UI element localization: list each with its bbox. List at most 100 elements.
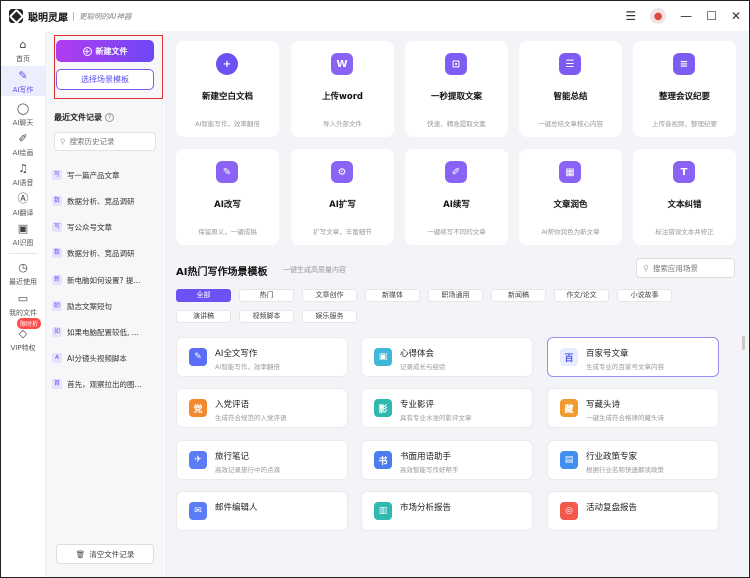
rail-item-ai-translate[interactable]: Ⓐ AI翻译: [1, 190, 45, 218]
choose-template-button[interactable]: 选择场景模板: [56, 69, 154, 90]
template-card-event-review[interactable]: ◎ 活动复盘报告: [547, 491, 719, 531]
rail-label: AI聊天: [12, 119, 34, 127]
rail-label: 首页: [16, 55, 30, 63]
category-tab[interactable]: 作文/论文: [554, 289, 609, 302]
category-tab[interactable]: 新媒体: [365, 289, 420, 302]
category-tab[interactable]: 热门: [239, 289, 294, 302]
template-search-input[interactable]: [652, 263, 729, 273]
minutes-icon: ≡: [673, 53, 695, 75]
film-icon: 影: [374, 399, 392, 417]
category-tab[interactable]: 职场通用: [428, 289, 483, 302]
template-search[interactable]: ⚲: [636, 258, 735, 278]
tool-name: 新建空白文档: [201, 92, 253, 102]
rail-item-my-files[interactable]: ▭ 我的文件: [1, 290, 45, 318]
card-desc: 记录成长与经验: [400, 363, 446, 371]
tool-meeting-minutes[interactable]: ≡ 整理会议纪要 上传音视频，整理纪要: [633, 41, 736, 137]
book-icon: 书: [374, 451, 392, 469]
template-card-travel-notes[interactable]: ✈ 旅行笔记 高效记录旅行中的点滴: [176, 440, 348, 480]
template-card-email-editor[interactable]: ✉ 邮件编辑人: [176, 491, 348, 531]
doc-icon: 首: [52, 379, 62, 389]
template-card-written-language[interactable]: 书 书面用语助手 高效智能写作好帮手: [361, 440, 533, 480]
search-icon: ⚲: [60, 137, 66, 146]
list-item[interactable]: 首首先，观察拉出的图...: [52, 374, 160, 394]
category-tab[interactable]: 娱乐服务: [302, 310, 357, 323]
limited-offer-badge: 限时折: [17, 318, 42, 329]
tool-ai-expand[interactable]: ⚙ AI扩写 扩写文章，丰富细节: [291, 149, 394, 245]
party-icon: 党: [189, 399, 207, 417]
tool-proofread[interactable]: T 文本纠错 标注错误文本并修正: [633, 149, 736, 245]
rail-divider: [9, 253, 37, 254]
window-controls: ☰ ● — ☐ ✕: [625, 1, 741, 31]
rail-item-recent[interactable]: ◷ 最近使用: [1, 258, 45, 288]
template-card-policy-expert[interactable]: ▤ 行业政策专家 根据行业名称快速解读政策: [547, 440, 719, 480]
template-card-party-review[interactable]: 党 入党评语 生成符合规范的入党评语: [176, 388, 348, 428]
category-tab[interactable]: 文章创作: [302, 289, 357, 302]
category-tab[interactable]: 全部: [176, 289, 231, 302]
card-name: 书面用语助手: [400, 452, 452, 462]
main-content: + 新建空白文档 AI智能写作，效率翻倍 W 上传word 导入外部文件 ⊡ 一…: [164, 31, 749, 577]
new-doc-button[interactable]: + 新建文件: [56, 40, 154, 62]
category-tab[interactable]: 新闻稿: [491, 289, 546, 302]
list-item[interactable]: 写写一篇产品文章: [52, 165, 160, 185]
rail-item-ai-writing[interactable]: ✎ AI写作: [1, 66, 45, 96]
list-item[interactable]: 写写公众号文章: [52, 217, 160, 237]
card-desc: 生成专业的百家号文章内容: [586, 363, 664, 371]
tool-smart-summary[interactable]: ☰ 智能总结 一键总结文章核心内容: [519, 41, 622, 137]
scrollbar[interactable]: [742, 336, 745, 350]
tool-desc: 标注错误文本并修正: [655, 228, 714, 236]
history-search[interactable]: ⚲: [54, 132, 156, 151]
list-item-label: 数据分析、竞品调研: [67, 196, 135, 206]
menu-icon[interactable]: ☰: [625, 9, 636, 23]
template-card-baijiahao[interactable]: 百 百家号文章 生成专业的百家号文章内容: [547, 337, 719, 377]
tool-polish[interactable]: ▦ 文章润色 AI帮你润色为新文章: [519, 149, 622, 245]
minimize-icon[interactable]: —: [680, 9, 692, 23]
template-card-acrostic-poem[interactable]: 藏 写藏头诗 一键生成符合格律的藏头诗: [547, 388, 719, 428]
list-item-label: 首先，观察拉出的图...: [67, 379, 142, 389]
list-item[interactable]: 数数据分析、竞品调研: [52, 243, 160, 263]
history-search-input[interactable]: [69, 137, 150, 146]
close-icon[interactable]: ✕: [731, 9, 741, 23]
template-card-ai-full-writing[interactable]: ✎ AI全文写作 AI智能写作，效率翻倍: [176, 337, 348, 377]
doc-icon: 励: [52, 301, 62, 311]
template-card-market-report[interactable]: ▥ 市场分析报告: [361, 491, 533, 531]
clear-history-label: 清空文件记录: [89, 549, 135, 559]
maximize-icon[interactable]: ☐: [706, 9, 717, 23]
continue-icon: ✐: [445, 161, 467, 183]
card-name: AI全文写作: [215, 349, 258, 359]
rail-item-ai-chat[interactable]: ◯ AI聊天: [1, 100, 45, 128]
category-tab[interactable]: 小说故事: [617, 289, 672, 302]
title-bar: 聪明灵犀 更聪明的AI神器 ☰ ● — ☐ ✕: [1, 1, 749, 31]
list-item[interactable]: 新新电脑如何设置? 提...: [52, 270, 160, 290]
tool-extract-copy[interactable]: ⊡ 一秒提取文案 快速、精准提取文案: [405, 41, 508, 137]
translate-icon: Ⓐ: [17, 192, 29, 205]
list-item[interactable]: 如如果电脑配置较低, ...: [52, 322, 160, 342]
rail-item-ai-ocr[interactable]: ▣ AI识图: [1, 220, 45, 248]
rail-item-ai-paint[interactable]: ✐ AI绘画: [1, 130, 45, 158]
list-item[interactable]: A AI分镜头视频脚本: [52, 348, 160, 368]
template-card-reflections[interactable]: ▣ 心得体会 记录成长与经验: [361, 337, 533, 377]
tool-desc: AI帮你润色为新文章: [541, 228, 600, 236]
scan-icon: ⊡: [445, 53, 467, 75]
templates-title: AI热门写作场景模板: [176, 267, 268, 278]
card-name: 旅行笔记: [215, 452, 250, 462]
tool-new-blank-doc[interactable]: + 新建空白文档 AI智能写作，效率翻倍: [176, 41, 279, 137]
clear-history-button[interactable]: 🗑 清空文件记录: [56, 544, 154, 564]
list-item-label: AI分镜头视频脚本: [67, 353, 127, 363]
category-tab[interactable]: 视频脚本: [239, 310, 294, 323]
rail-item-ai-voice[interactable]: ♫ AI语音: [1, 160, 45, 188]
rail-item-home[interactable]: ⌂ 首页: [1, 36, 45, 64]
category-tab[interactable]: 演讲稿: [176, 310, 231, 323]
tool-upload-word[interactable]: W 上传word 导入外部文件: [291, 41, 394, 137]
rail-item-vip[interactable]: 限时折 ◇ VIP特权: [1, 318, 45, 352]
history-title-text: 最近文件记录: [54, 113, 102, 122]
new-doc-label: 新建文件: [95, 46, 128, 56]
tool-ai-continue[interactable]: ✐ AI续写 一键续写不同的文章: [405, 149, 508, 245]
avatar[interactable]: ●: [650, 8, 667, 24]
template-card-film-review[interactable]: 影 专业影评 具有专业水准的影评文章: [361, 388, 533, 428]
tool-ai-rewrite[interactable]: ✎ AI改写 保留原义，一键成稿: [176, 149, 279, 245]
card-desc: 高效智能写作好帮手: [400, 466, 459, 474]
help-icon[interactable]: ?: [105, 113, 114, 122]
poem-icon: 藏: [560, 399, 578, 417]
list-item[interactable]: 励励志文案短句: [52, 296, 160, 316]
list-item[interactable]: 数数据分析、竞品调研: [52, 191, 160, 211]
